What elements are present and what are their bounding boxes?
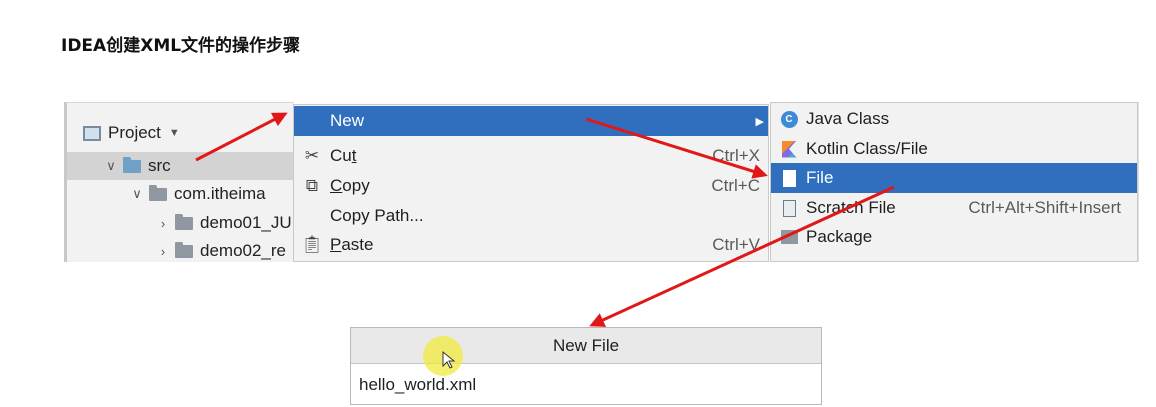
tree-row-src[interactable]: ∨ src [67, 152, 293, 180]
submenu-item-file[interactable]: File [771, 163, 1137, 193]
chevron-right-icon[interactable]: › [155, 216, 171, 231]
tree-row-demo02[interactable]: › demo02_re [67, 237, 286, 262]
copy-icon: ⧉ [305, 176, 319, 195]
editor-edge [1138, 102, 1156, 262]
tree-row-demo01[interactable]: › demo01_JU [67, 209, 292, 237]
menu-item-cut[interactable]: ✂ Cut Ctrl+X [294, 141, 768, 171]
folder-icon [175, 241, 193, 258]
package-icon [779, 227, 799, 247]
tree-row-com-itheima[interactable]: ∨ com.itheima [67, 180, 266, 208]
tree-row-label: demo02_re [200, 241, 287, 260]
menu-item-label: Cut [330, 146, 357, 165]
dialog-title: New File [351, 328, 821, 364]
chevron-down-icon[interactable]: ∨ [129, 186, 145, 202]
context-menu: New ▶ ✂ Cut Ctrl+X ⧉ Copy Ctrl+C Copy Pa… [293, 104, 769, 262]
scissors-icon: ✂ [304, 146, 320, 165]
page-title: IDEA创建XML文件的操作步骤 [61, 36, 301, 56]
cursor-highlight [423, 336, 463, 376]
new-submenu: C Java Class Kotlin Class/File File Scra… [770, 102, 1138, 262]
submenu-item-label: File [806, 168, 834, 187]
tree-row-label: src [148, 156, 171, 175]
submenu-arrow-icon: ▶ [755, 115, 764, 128]
menu-item-label: Paste [330, 235, 374, 254]
submenu-item-label: Kotlin Class/File [806, 139, 928, 158]
menu-item-copy[interactable]: ⧉ Copy Ctrl+C [294, 171, 768, 201]
submenu-item-scratch-file[interactable]: Scratch File Ctrl+Alt+Shift+Insert [771, 193, 1137, 223]
submenu-item-label: Scratch File [806, 198, 896, 217]
submenu-item-package[interactable]: Package [771, 222, 1137, 252]
submenu-item-shortcut: Ctrl+Alt+Shift+Insert [968, 198, 1121, 217]
menu-item-new[interactable]: New ▶ [294, 106, 768, 136]
project-tree-panel: Project ▼ ∨ src ∨ com.itheima › demo01_J… [64, 102, 294, 262]
menu-item-label: New [330, 111, 365, 130]
folder-icon [149, 184, 167, 201]
project-icon [83, 125, 101, 141]
folder-icon [175, 213, 193, 230]
file-icon [779, 168, 799, 188]
menu-item-label: Copy [330, 176, 370, 195]
menu-item-label: Copy Path... [330, 206, 424, 225]
chevron-down-icon[interactable]: ∨ [103, 158, 119, 174]
java-class-icon: C [779, 109, 799, 129]
chevron-right-icon[interactable]: › [155, 244, 171, 259]
submenu-item-kotlin[interactable]: Kotlin Class/File [771, 134, 1137, 164]
project-view-selector[interactable]: Project ▼ [83, 119, 180, 147]
menu-item-copy-path[interactable]: Copy Path... [294, 201, 768, 231]
file-name-input[interactable] [359, 372, 809, 398]
folder-icon [123, 156, 141, 173]
menu-item-shortcut: Ctrl+C [711, 176, 760, 195]
kotlin-icon [779, 139, 799, 159]
submenu-item-label: Java Class [806, 109, 890, 128]
menu-item-paste[interactable]: 📋︎ Paste Ctrl+V [294, 230, 768, 260]
caret-down-icon[interactable]: ▼ [169, 127, 180, 139]
submenu-item-label: Package [806, 227, 873, 246]
menu-item-shortcut: Ctrl+X [712, 146, 760, 165]
tree-row-label: demo01_JU [200, 213, 292, 232]
tree-row-label: com.itheima [174, 184, 266, 203]
submenu-item-java-class[interactable]: C Java Class [771, 104, 1137, 134]
menu-item-shortcut: Ctrl+V [712, 235, 760, 254]
project-header-label: Project [108, 123, 161, 142]
clipboard-icon: 📋︎ [301, 235, 323, 254]
new-file-dialog: New File [350, 327, 822, 405]
scratch-file-icon [779, 198, 799, 218]
